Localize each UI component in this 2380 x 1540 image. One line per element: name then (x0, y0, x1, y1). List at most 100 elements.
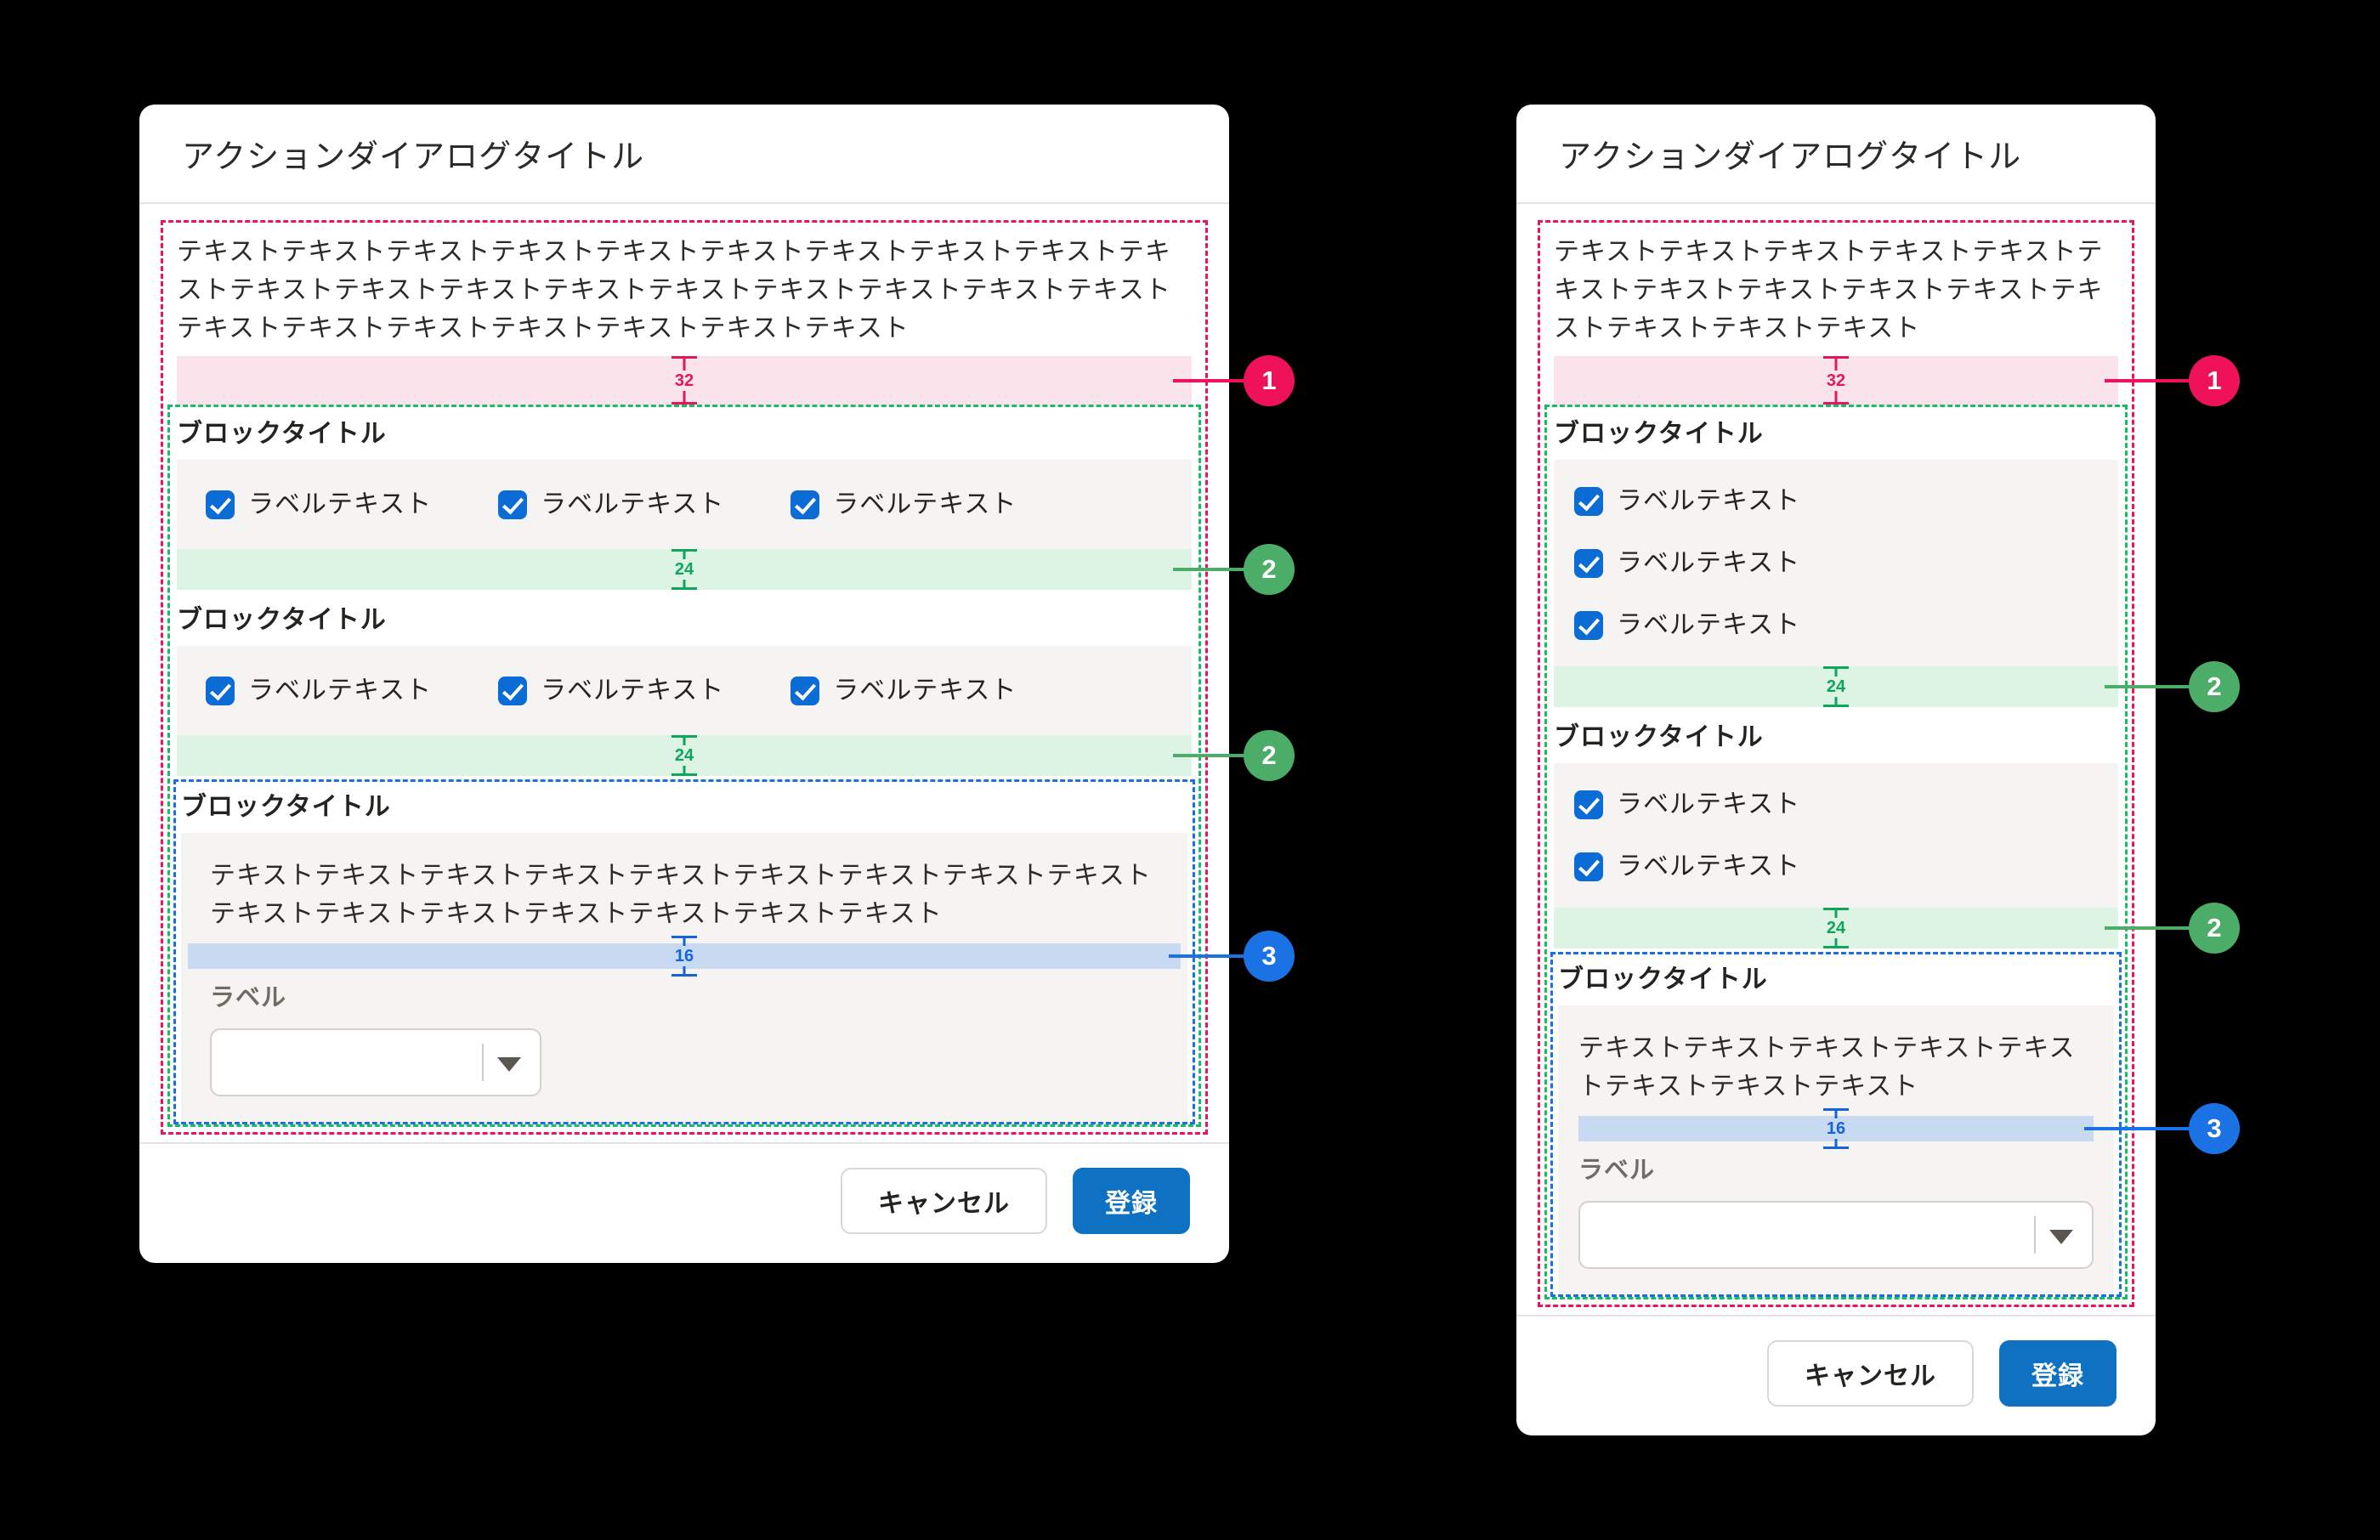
annotation-badge-2: 2 (1244, 544, 1295, 595)
annotation-badge-3: 3 (1244, 931, 1295, 982)
checkbox-checked-icon[interactable] (498, 490, 527, 519)
spacing-bar-16: 16 (188, 943, 1181, 969)
select-input[interactable] (210, 1028, 541, 1096)
checkbox-item[interactable]: ラベルテキスト (498, 485, 724, 524)
measure-cap (672, 587, 697, 590)
dialog-footer: キャンセル 登録 (1516, 1315, 2156, 1435)
checkbox-item[interactable]: ラベルテキスト (206, 671, 432, 710)
checkbox-checked-icon[interactable] (1574, 549, 1603, 578)
annotation-badge-2: 2 (2189, 661, 2240, 712)
checkbox-checked-icon[interactable] (1574, 487, 1603, 516)
spacing-value: 24 (1824, 677, 1848, 697)
dialog-footer: キャンセル 登録 (139, 1142, 1229, 1263)
annotation-badge-1: 1 (2189, 355, 2240, 406)
cancel-button[interactable]: キャンセル (1767, 1340, 1974, 1407)
dialog-content: テキストテキストテキストテキストテキストテキストテキストテキストテキストテキスト… (139, 204, 1229, 1135)
block-title: ブロックタイトル (1554, 416, 2118, 453)
block-text: テキストテキストテキストテキストテキストテキストテキストテキストテキストテキスト… (210, 857, 1159, 933)
checkbox-group: ラベルテキスト ラベルテキスト ラベルテキスト (177, 646, 1192, 735)
checkbox-label: ラベルテキスト (541, 485, 724, 524)
action-dialog-mobile: アクションダイアログタイトル テキストテキストテキストテキストテキストテキストテ… (1516, 105, 2156, 1435)
checkbox-item[interactable]: ラベルテキスト (498, 671, 724, 710)
checkbox-label: ラベルテキスト (833, 671, 1017, 710)
checkbox-group: ラベルテキスト ラベルテキスト ラベルテキスト (177, 460, 1192, 549)
checkbox-item[interactable]: ラベルテキスト (1574, 606, 2098, 644)
annotation-outline-red: テキストテキストテキストテキストテキストテキストテキストテキストテキストテキスト… (161, 220, 1208, 1135)
spacing-value: 16 (672, 946, 696, 966)
checkbox-item[interactable]: ラベルテキスト (206, 485, 432, 524)
spacing-bar-32: 32 (177, 356, 1192, 405)
select-field-label: ラベル (1578, 1152, 2094, 1189)
annotation-outline-blue: ブロックタイトル テキストテキストテキストテキストテキストテキストテキストテキス… (173, 779, 1195, 1124)
block-title: ブロックタイトル (1558, 961, 2114, 999)
checkbox-item[interactable]: ラベルテキスト (790, 485, 1017, 524)
block-title: ブロックタイトル (177, 416, 1192, 453)
intro-text: テキストテキストテキストテキストテキストテキストテキストテキストテキストテキスト… (1554, 233, 2118, 348)
annotation-outline-green: ブロックタイトル ラベルテキスト ラベルテキスト ラベルテキスト (167, 405, 1201, 1127)
annotation-badge-2: 2 (1244, 730, 1295, 781)
checkbox-checked-icon[interactable] (206, 677, 235, 705)
action-dialog-desktop: アクションダイアログタイトル テキストテキストテキストテキストテキストテキストテ… (139, 105, 1229, 1263)
annotation-outline-blue: ブロックタイトル テキストテキストテキストテキストテキストテキストテキストテキス… (1550, 952, 2122, 1297)
spacing-bar-24: 24 (1554, 666, 2118, 707)
block-title: ブロックタイトル (1554, 719, 2118, 756)
checkbox-label: ラベルテキスト (1617, 847, 1800, 886)
cancel-button[interactable]: キャンセル (841, 1168, 1047, 1234)
intro-text: テキストテキストテキストテキストテキストテキストテキストテキストテキストテキスト… (177, 233, 1192, 348)
annotation-badge-1: 1 (1244, 355, 1295, 406)
checkbox-item[interactable]: ラベルテキスト (1574, 785, 2098, 824)
checkbox-checked-icon[interactable] (1574, 790, 1603, 819)
select-input[interactable] (1578, 1201, 2094, 1269)
spacing-bar-24: 24 (1554, 908, 2118, 948)
spacing-bar-16: 16 (1578, 1116, 2094, 1141)
checkbox-item[interactable]: ラベルテキスト (790, 671, 1017, 710)
spacing-value: 24 (1824, 918, 1848, 938)
caret-down-icon (2049, 1230, 2073, 1244)
checkbox-label: ラベルテキスト (1617, 544, 1800, 582)
checkbox-checked-icon[interactable] (206, 490, 235, 519)
spacing-value: 32 (1824, 371, 1848, 391)
checkbox-checked-icon[interactable] (790, 677, 819, 705)
dialog-content: テキストテキストテキストテキストテキストテキストテキストテキストテキストテキスト… (1516, 204, 2156, 1307)
measure-cap (672, 974, 697, 977)
checkbox-checked-icon[interactable] (498, 677, 527, 705)
checkbox-checked-icon[interactable] (1574, 611, 1603, 640)
checkbox-group: ラベルテキスト ラベルテキスト ラベルテキスト (1554, 460, 2118, 666)
spacing-bar-32: 32 (1554, 356, 2118, 405)
measure-cap (672, 402, 697, 405)
checkbox-group: ラベルテキスト ラベルテキスト (1554, 763, 2118, 908)
select-divider (482, 1044, 484, 1081)
dialog-title: アクションダイアログタイトル (182, 130, 644, 177)
checkbox-label: ラベルテキスト (248, 671, 432, 710)
spacing-value: 32 (672, 371, 696, 391)
block-title: ブロックタイトル (177, 602, 1192, 639)
checkbox-checked-icon[interactable] (790, 490, 819, 519)
dialog-header: アクションダイアログタイトル (139, 105, 1229, 204)
measure-cap (1823, 1147, 1849, 1149)
checkbox-checked-icon[interactable] (1574, 852, 1603, 881)
checkbox-label: ラベルテキスト (248, 485, 432, 524)
form-panel: テキストテキストテキストテキストテキストテキストテキストテキスト 16 ラベル (1558, 1005, 2114, 1294)
annotation-outline-green: ブロックタイトル ラベルテキスト ラベルテキスト ラベルテキスト (1544, 405, 2128, 1299)
submit-button[interactable]: 登録 (1999, 1340, 2116, 1407)
submit-button[interactable]: 登録 (1073, 1168, 1190, 1234)
spec-canvas: アクションダイアログタイトル テキストテキストテキストテキストテキストテキストテ… (0, 0, 2380, 1540)
spacing-bar-24: 24 (177, 735, 1192, 776)
measure-cap (1823, 705, 1849, 707)
checkbox-item[interactable]: ラベルテキスト (1574, 847, 2098, 886)
annotation-outline-red: テキストテキストテキストテキストテキストテキストテキストテキストテキストテキスト… (1538, 220, 2134, 1307)
dialog-title: アクションダイアログタイトル (1559, 130, 2021, 177)
checkbox-item[interactable]: ラベルテキスト (1574, 482, 2098, 520)
checkbox-label: ラベルテキスト (1617, 785, 1800, 824)
checkbox-label: ラベルテキスト (833, 485, 1017, 524)
select-divider (2034, 1216, 2036, 1254)
measure-cap (672, 773, 697, 776)
block-text: テキストテキストテキストテキストテキストテキストテキストテキスト (1578, 1029, 2094, 1106)
block-title: ブロックタイトル (181, 789, 1187, 826)
caret-down-icon (497, 1057, 521, 1072)
form-panel: テキストテキストテキストテキストテキストテキストテキストテキストテキストテキスト… (181, 833, 1187, 1122)
checkbox-label: ラベルテキスト (541, 671, 724, 710)
annotation-badge-2: 2 (2189, 903, 2240, 954)
checkbox-item[interactable]: ラベルテキスト (1574, 544, 2098, 582)
annotation-badge-3: 3 (2189, 1103, 2240, 1154)
